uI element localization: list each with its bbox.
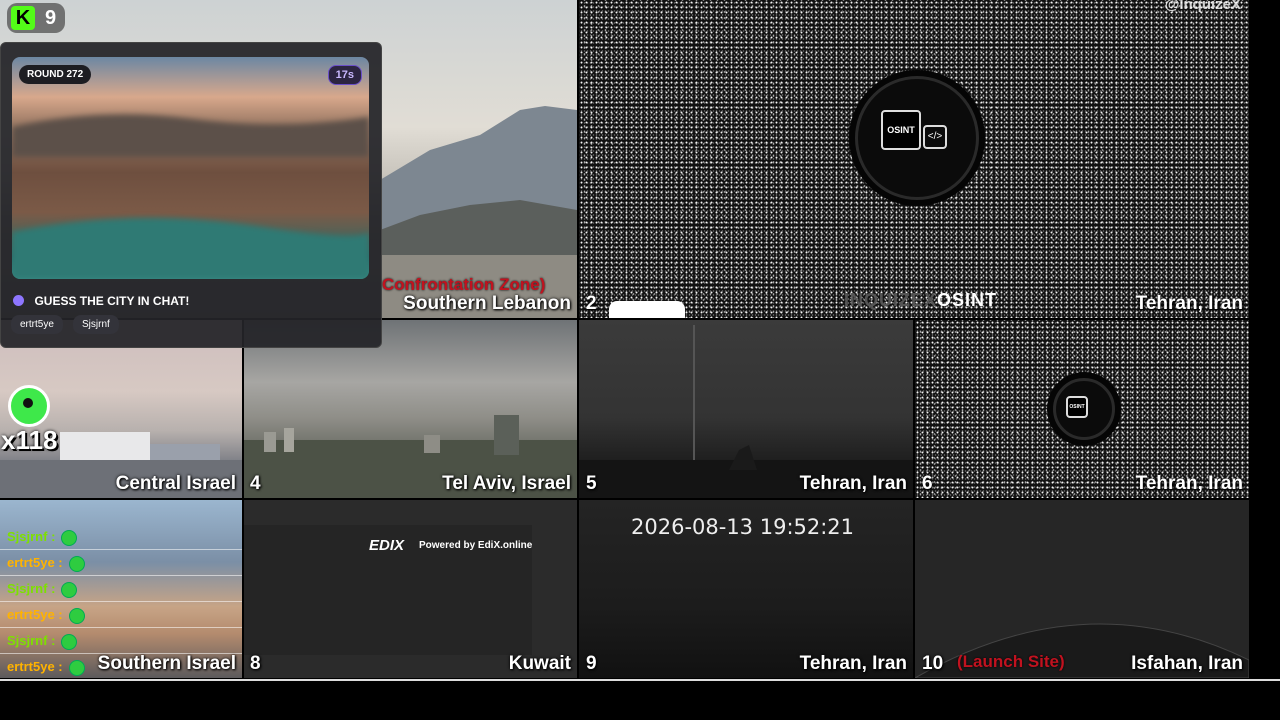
emote-icon <box>68 659 85 676</box>
blurred-landscape <box>12 114 369 279</box>
prompt-icon <box>13 295 24 307</box>
code-icon: </> <box>923 125 947 149</box>
location-label: Tel Aviv, Israel <box>442 473 571 494</box>
prompt-row: GUESS THE CITY IN CHAT! <box>13 292 189 310</box>
emote-icon <box>61 581 78 598</box>
zone-tag: Confrontation Zone) <box>382 275 546 294</box>
tile-number: 4 <box>250 473 261 494</box>
osint-logo-box: OSINT <box>881 110 921 150</box>
camera-tile-8[interactable]: EDIX Powered by EdiX.online 8 Kuwait <box>244 500 577 678</box>
camera-tile-2[interactable]: OSINT </> @InquizeX INQUIZEXOSINT 2 Tehr… <box>579 0 1249 318</box>
round-badge: ROUND 272 <box>19 65 92 84</box>
inquizex-osint-watermark: INQUIZEXOSINT <box>844 290 998 310</box>
tile-number: 9 <box>586 653 597 674</box>
location-label: Tehran, Iran <box>799 473 907 494</box>
camera-tile-9[interactable]: 2026-08-13 19:52:21 9 Tehran, Iran <box>579 500 913 678</box>
chat-user: Sjsjrnf : <box>7 633 56 648</box>
chat-message: Sjsjrnf : <box>0 628 242 654</box>
mascot-icon <box>8 385 50 427</box>
player-chip: Sjsjrnf <box>73 315 119 334</box>
round-image: ROUND 272 17s <box>12 57 369 279</box>
tile-number: 8 <box>250 653 261 674</box>
chat-message: ertrt5ye : <box>0 550 242 576</box>
camera-tile-6[interactable]: OSINT 6 Tehran, Iran <box>915 320 1249 498</box>
chat-user: ertrt5ye : <box>7 607 63 622</box>
mascot-eye <box>23 398 33 408</box>
emote-icon <box>61 529 78 546</box>
location-label: Tehran, Iran <box>1135 293 1243 314</box>
location-label: Tehran, Iran <box>1135 473 1243 494</box>
edix-logo: EDIX <box>369 537 405 554</box>
emote-icon <box>68 607 85 624</box>
night-skyline <box>579 325 913 498</box>
tile-number: 10 <box>922 653 944 674</box>
camera-tile-10[interactable]: 10 (Launch Site) Isfahan, Iran <box>915 500 1249 678</box>
emote-icon <box>68 555 85 572</box>
zone-tag: (Launch Site) <box>957 652 1065 671</box>
chat-overlay: Sjsjrnf : ertrt5ye : Sjsjrnf : ertrt5ye … <box>0 524 242 680</box>
location-label: Central Israel <box>115 473 236 494</box>
game-panel: ROUND 272 17s GUESS THE CITY IN CHAT! er… <box>0 42 382 348</box>
emote-icon <box>61 633 78 650</box>
logo-count: 9 <box>45 7 57 29</box>
bottom-divider <box>0 679 1280 681</box>
chat-user: Sjsjrnf : <box>7 581 56 596</box>
chat-message: ertrt5ye : <box>0 602 242 628</box>
chat-user: Sjsjrnf : <box>7 529 56 544</box>
location-label: Isfahan, Iran <box>1131 653 1243 674</box>
kick-logo: K <box>11 6 35 30</box>
tile-number: 5 <box>586 473 597 494</box>
timestamp: 2026-08-13 19:52:21 <box>631 515 855 539</box>
chat-message: Sjsjrnf : <box>0 576 242 602</box>
location-label: Kuwait <box>508 653 571 674</box>
location-label: Southern Lebanon <box>403 293 571 314</box>
player-chip: ertrt5ye <box>11 315 63 334</box>
chat-user: ertrt5ye : <box>7 555 63 570</box>
tile-number: 2 <box>586 293 597 314</box>
chat-message: ertrt5ye : <box>0 654 242 680</box>
multiplier: x118 <box>1 425 58 455</box>
white-mark <box>609 301 685 318</box>
powered-by-label: Powered by EdiX.online <box>419 540 533 551</box>
logo-badge: K 9 <box>7 3 65 33</box>
prompt-text: GUESS THE CITY IN CHAT! <box>34 293 190 308</box>
timer-badge: 17s <box>327 65 362 85</box>
tile-number: 6 <box>922 473 933 494</box>
watermark: @InquizeX <box>1164 0 1241 13</box>
location-label: Tehran, Iran <box>799 653 907 674</box>
osint-logo-box: OSINT <box>1066 396 1088 418</box>
camera-tile-5[interactable]: 5 Tehran, Iran <box>579 320 913 498</box>
chat-message: Sjsjrnf : <box>0 524 242 550</box>
chat-user: ertrt5ye : <box>7 659 63 674</box>
